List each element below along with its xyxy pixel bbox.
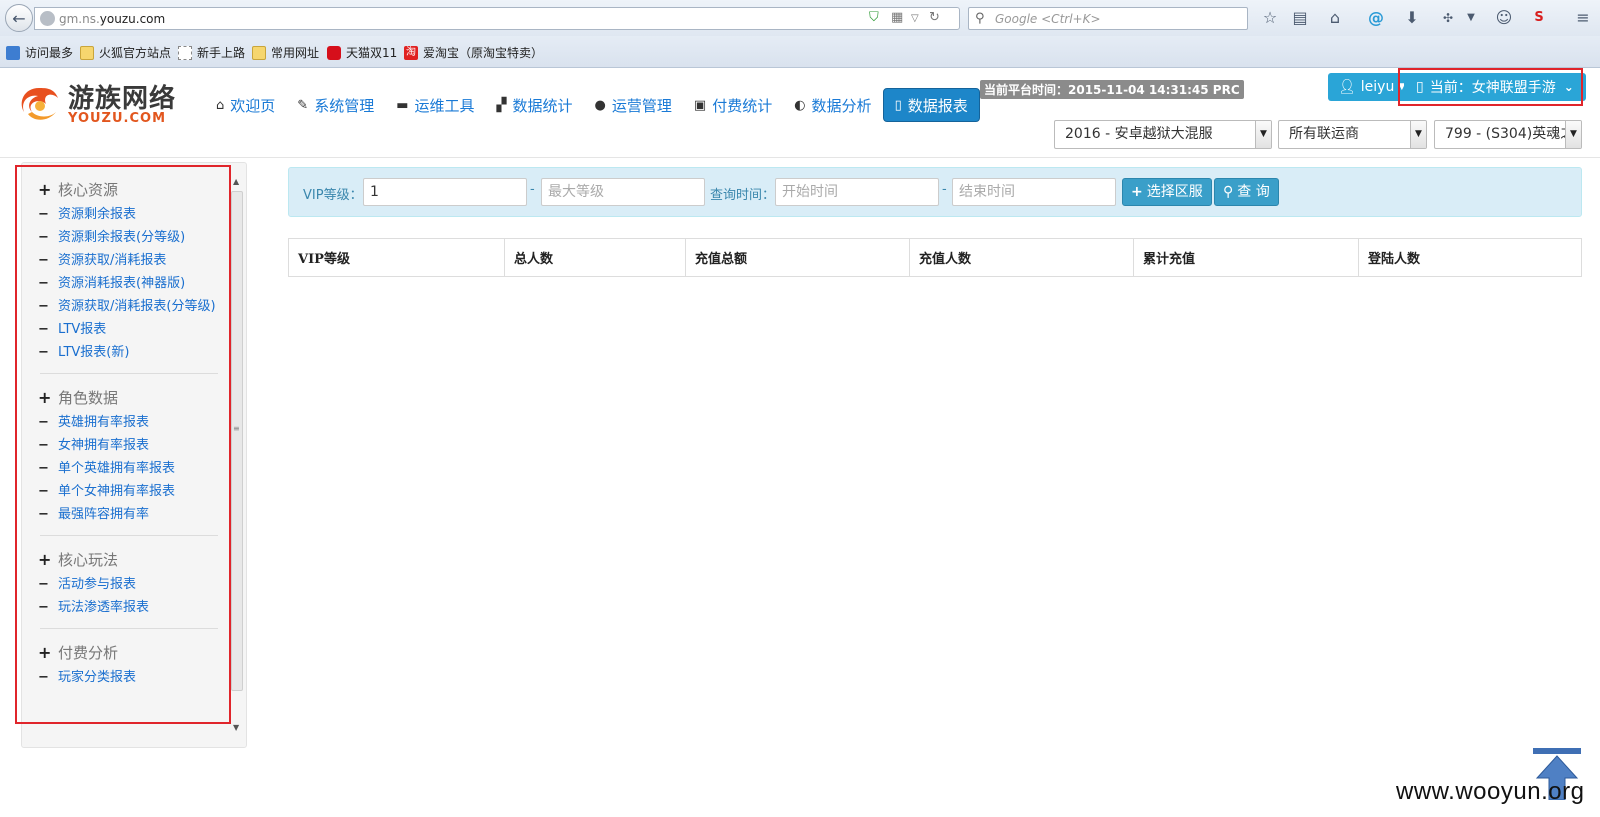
- server-time-badge: 当前平台时间：2015-11-04 14:31:45 PRC: [980, 80, 1244, 99]
- wrench-icon: ✎: [297, 97, 309, 113]
- bookmark-tmall[interactable]: 天猫双11: [327, 44, 397, 61]
- nav-data-analysis[interactable]: ◐ 数据分析: [783, 88, 882, 122]
- chat-icon[interactable]: ☺: [1493, 7, 1515, 29]
- query-time-label: 查询时间：: [710, 188, 776, 203]
- table-header-row: VIP等级 总人数 充值总额 充值人数 累计充值 登陆人数: [288, 238, 1582, 277]
- column-vip-level[interactable]: VIP等级: [288, 238, 505, 277]
- range-dash: -: [942, 182, 947, 197]
- sogou-icon[interactable]: S: [1528, 7, 1550, 29]
- wooyun-watermark: www.wooyun.org: [1396, 778, 1585, 805]
- zone-select[interactable]: 799 - (S304)英魂之 ▼: [1434, 120, 1582, 149]
- nav-data-reports[interactable]: ▯ 数据报表: [882, 88, 980, 122]
- folder-icon: [80, 45, 94, 60]
- scroll-down-icon[interactable]: ▼: [233, 723, 239, 732]
- bookmark-most-visited[interactable]: 访问最多: [6, 44, 73, 61]
- search-placeholder: Google <Ctrl+K>: [995, 12, 1101, 26]
- page-icon: [178, 45, 192, 60]
- book-icon: ▯: [894, 97, 902, 113]
- search-icon: ⚲: [1223, 184, 1234, 200]
- main-nav: ⌂ 欢迎页 ✎ 系统管理 ▬ 运维工具 ▞ 数据统计 ● 运营管理 ▣ 付费统计 ◐ 数据分析…: [205, 88, 980, 122]
- vip-min-input[interactable]: 1: [363, 178, 527, 206]
- logo-text-en: YOUZU.COM: [68, 111, 167, 126]
- nav-ops-tools[interactable]: ▬ 运维工具: [385, 88, 485, 122]
- grip-icon: ≡: [233, 424, 240, 433]
- vip-level-label: VIP等级：: [303, 188, 363, 203]
- reload-icon[interactable]: ↻: [929, 10, 940, 25]
- operator-select[interactable]: 所有联运商 ▼: [1278, 120, 1427, 149]
- dropdown-arrow-icon: ▼: [1565, 121, 1581, 148]
- bookmark-getting-started[interactable]: 新手上路: [178, 44, 245, 61]
- browser-toolbar: ← gm.ns.youzu.com ⛉ ▦ ▽ ↻ ⚲ Google <Ctrl…: [0, 0, 1600, 36]
- vip-max-input[interactable]: 最大等级: [541, 178, 705, 206]
- extension-icon[interactable]: ✣: [1437, 7, 1459, 29]
- arrow-left-icon: ←: [12, 8, 26, 28]
- nav-operation-management[interactable]: ● 运营管理: [584, 88, 683, 122]
- column-cumulative-recharge[interactable]: 累计充值: [1133, 238, 1359, 277]
- scroll-up-icon[interactable]: ▲: [233, 177, 239, 186]
- signal-icon: ▞: [496, 97, 507, 113]
- tmall-icon: [327, 45, 341, 60]
- adjust-icon: ◐: [794, 97, 806, 113]
- taobao-icon: 淘: [404, 45, 418, 60]
- search-bar[interactable]: ⚲ Google <Ctrl+K>: [968, 7, 1248, 30]
- folder-icon: [252, 45, 266, 60]
- reading-list-icon[interactable]: ▤: [1289, 7, 1311, 29]
- bookmark-common-sites[interactable]: 常用网址: [252, 44, 319, 61]
- filter-form: VIP等级： 1 - 最大等级 查询时间： 开始时间 - 结束时间 + 选择区服 …: [288, 167, 1582, 217]
- url-text: gm.ns.youzu.com: [59, 12, 166, 26]
- range-dash: -: [530, 182, 535, 197]
- back-button[interactable]: ←: [5, 4, 33, 32]
- logo-text-cn: 游族网络: [68, 84, 177, 114]
- bookmarks-bar: 访问最多 火狐官方站点 新手上路 常用网址 天猫双11 淘爱淘宝（原淘宝特卖）: [0, 36, 1600, 68]
- app-header: 游族网络 YOUZU.COM ⌂ 欢迎页 ✎ 系统管理 ▬ 运维工具 ▞ 数据统计 ● 运…: [0, 68, 1600, 158]
- menu-icon[interactable]: ≡: [1572, 7, 1594, 29]
- gift-icon: ▣: [693, 97, 707, 113]
- home-icon[interactable]: ⌂: [1324, 7, 1346, 29]
- report-table: VIP等级 总人数 充值总额 充值人数 累计充值 登陆人数: [288, 238, 1582, 277]
- start-time-input[interactable]: 开始时间: [775, 178, 939, 206]
- logo-swirl-icon: [21, 88, 58, 120]
- nav-payment-statistics[interactable]: ▣ 付费统计: [683, 88, 783, 122]
- qr-code-icon[interactable]: ▦: [891, 10, 903, 25]
- end-time-input[interactable]: 结束时间: [952, 178, 1116, 206]
- query-button[interactable]: ⚲ 查 询: [1214, 178, 1279, 206]
- dropdown-arrow-icon: ▼: [1255, 121, 1271, 148]
- plus-icon: +: [1131, 184, 1143, 200]
- history-dropdown-icon[interactable]: ▽: [911, 13, 919, 24]
- bookmark-firefox-site[interactable]: 火狐官方站点: [80, 44, 171, 61]
- bookmark-star-icon[interactable]: ☆: [1259, 7, 1281, 29]
- select-server-button[interactable]: + 选择区服: [1122, 178, 1212, 206]
- nav-welcome[interactable]: ⌂ 欢迎页: [205, 88, 286, 122]
- nav-data-statistics[interactable]: ▞ 数据统计: [486, 88, 584, 122]
- column-login-users[interactable]: 登陆人数: [1358, 238, 1582, 277]
- user-icon: 👤︎: [1338, 79, 1356, 95]
- download-icon[interactable]: ⬇: [1401, 7, 1423, 29]
- hdd-icon: ▬: [396, 97, 409, 113]
- server-select[interactable]: 2016 - 安卓越狱大混服 ▼: [1054, 120, 1272, 149]
- dropdown-arrow-icon: ▼: [1410, 121, 1426, 148]
- shield-icon[interactable]: ⛉: [869, 10, 879, 25]
- address-bar[interactable]: gm.ns.youzu.com ⛉ ▦ ▽ ↻: [34, 7, 960, 30]
- globe-icon: ●: [594, 97, 606, 113]
- most-visited-icon: [6, 45, 20, 60]
- nav-system-management[interactable]: ✎ 系统管理: [286, 88, 385, 122]
- home-icon: ⌂: [216, 97, 225, 113]
- column-recharge-total[interactable]: 充值总额: [685, 238, 910, 277]
- bookmark-ai-taobao[interactable]: 淘爱淘宝（原淘宝特卖）: [404, 44, 543, 61]
- search-icon: ⚲: [975, 11, 985, 26]
- chevron-down-icon[interactable]: ▼: [1460, 7, 1482, 29]
- youzu-logo[interactable]: 游族网络 YOUZU.COM: [16, 84, 186, 126]
- column-total-users[interactable]: 总人数: [504, 238, 686, 277]
- current-game-highlight-box: [1398, 68, 1583, 106]
- site-identity-icon[interactable]: [40, 11, 55, 26]
- sidebar-highlight-box: [15, 165, 231, 724]
- scrollbar-thumb[interactable]: [231, 191, 243, 691]
- sidebar-scrollbar[interactable]: ▲ ≡ ▼: [229, 177, 245, 732]
- email-at-icon[interactable]: @: [1365, 7, 1387, 29]
- column-recharge-users[interactable]: 充值人数: [909, 238, 1134, 277]
